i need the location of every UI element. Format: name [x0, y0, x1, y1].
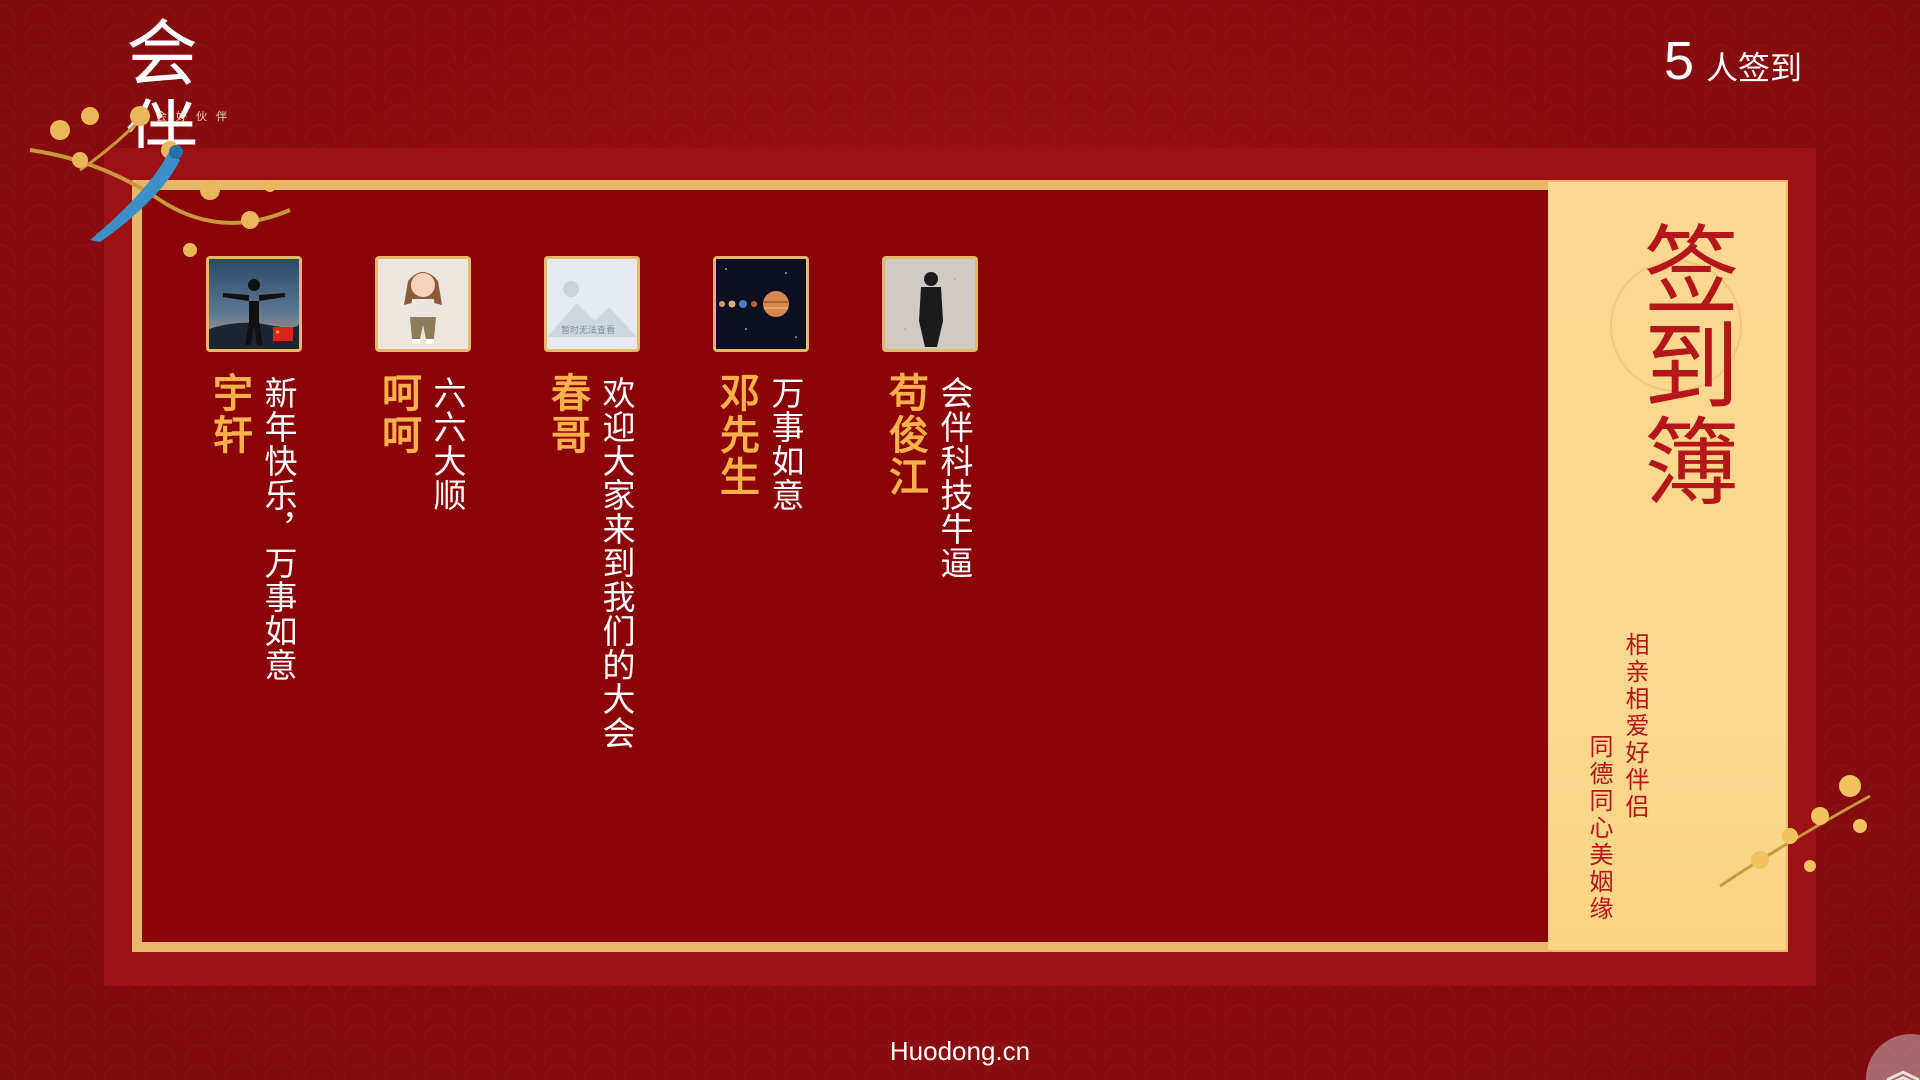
sign-in-wall-screen: 会伴 办会好伙伴 5 人签到 签到簿 相亲相爱好伴侣 同德同心美姻缘 ★ 宇轩 … — [0, 0, 1920, 1080]
entry-message: 欢迎大家来到我们的大会 — [597, 376, 636, 750]
avatar[interactable] — [375, 256, 471, 352]
sign-in-entry: 暂时无法查看 春哥 欢迎大家来到我们的大会 — [544, 256, 644, 936]
entry-message: 新年快乐，万事如意 — [259, 376, 298, 682]
entry-name: 呵呵 — [375, 372, 421, 456]
sign-in-entry: 邓先生 万事如意 — [713, 256, 813, 936]
avatar[interactable]: ★ — [206, 256, 302, 352]
sign-in-entry: 苟俊江 会伴科技牛逼 — [882, 256, 982, 936]
couplet-line-1: 相亲相爱好伴侣 — [1621, 632, 1649, 821]
couplet-line-2: 同德同心美姻缘 — [1585, 734, 1613, 923]
avatar[interactable] — [882, 256, 978, 352]
sign-in-count-number: 5 — [1663, 31, 1694, 91]
entry-message: 会伴科技牛逼 — [935, 376, 974, 580]
man-silhouette-sky-photo-icon: ★ — [209, 259, 299, 349]
avatar[interactable]: 暂时无法查看 — [544, 256, 640, 352]
entry-name: 苟俊江 — [882, 372, 928, 498]
sign-in-entry: 呵呵 六六大顺 — [375, 256, 475, 936]
double-chevron-up-icon: ︽ — [1886, 1052, 1920, 1080]
sign-in-count: 5 人签到 — [1664, 30, 1802, 92]
shadow-on-ground-icon — [885, 259, 975, 349]
footer-brand: Huodong.cn — [889, 1036, 1031, 1066]
svg-text:★: ★ — [275, 329, 280, 336]
sign-in-entry: ★ 宇轩 新年快乐，万事如意 — [206, 256, 306, 936]
entry-name: 春哥 — [544, 372, 590, 456]
entry-message: 万事如意 — [766, 376, 805, 512]
sign-in-entries: ★ 宇轩 新年快乐，万事如意 呵呵 六六大顺 暂时无法查看 春哥 欢迎大家来到我… — [206, 256, 1506, 936]
sign-in-count-label: 人签到 — [1705, 49, 1802, 87]
avatar[interactable] — [713, 256, 809, 352]
avatar-caption: 暂时无法查看 — [561, 326, 616, 336]
cartoon-girl-figure-icon — [378, 259, 468, 349]
entry-name: 宇轩 — [206, 372, 252, 456]
guestbook-title: 签到簿 — [1627, 220, 1739, 508]
entry-name: 邓先生 — [713, 372, 759, 498]
plum-blossom-bird-decoration-icon — [29, 106, 291, 257]
solar-system-planets-icon — [716, 259, 806, 349]
entry-message: 六六大顺 — [428, 376, 467, 512]
plum-blossom-decoration-icon — [1719, 775, 1871, 888]
